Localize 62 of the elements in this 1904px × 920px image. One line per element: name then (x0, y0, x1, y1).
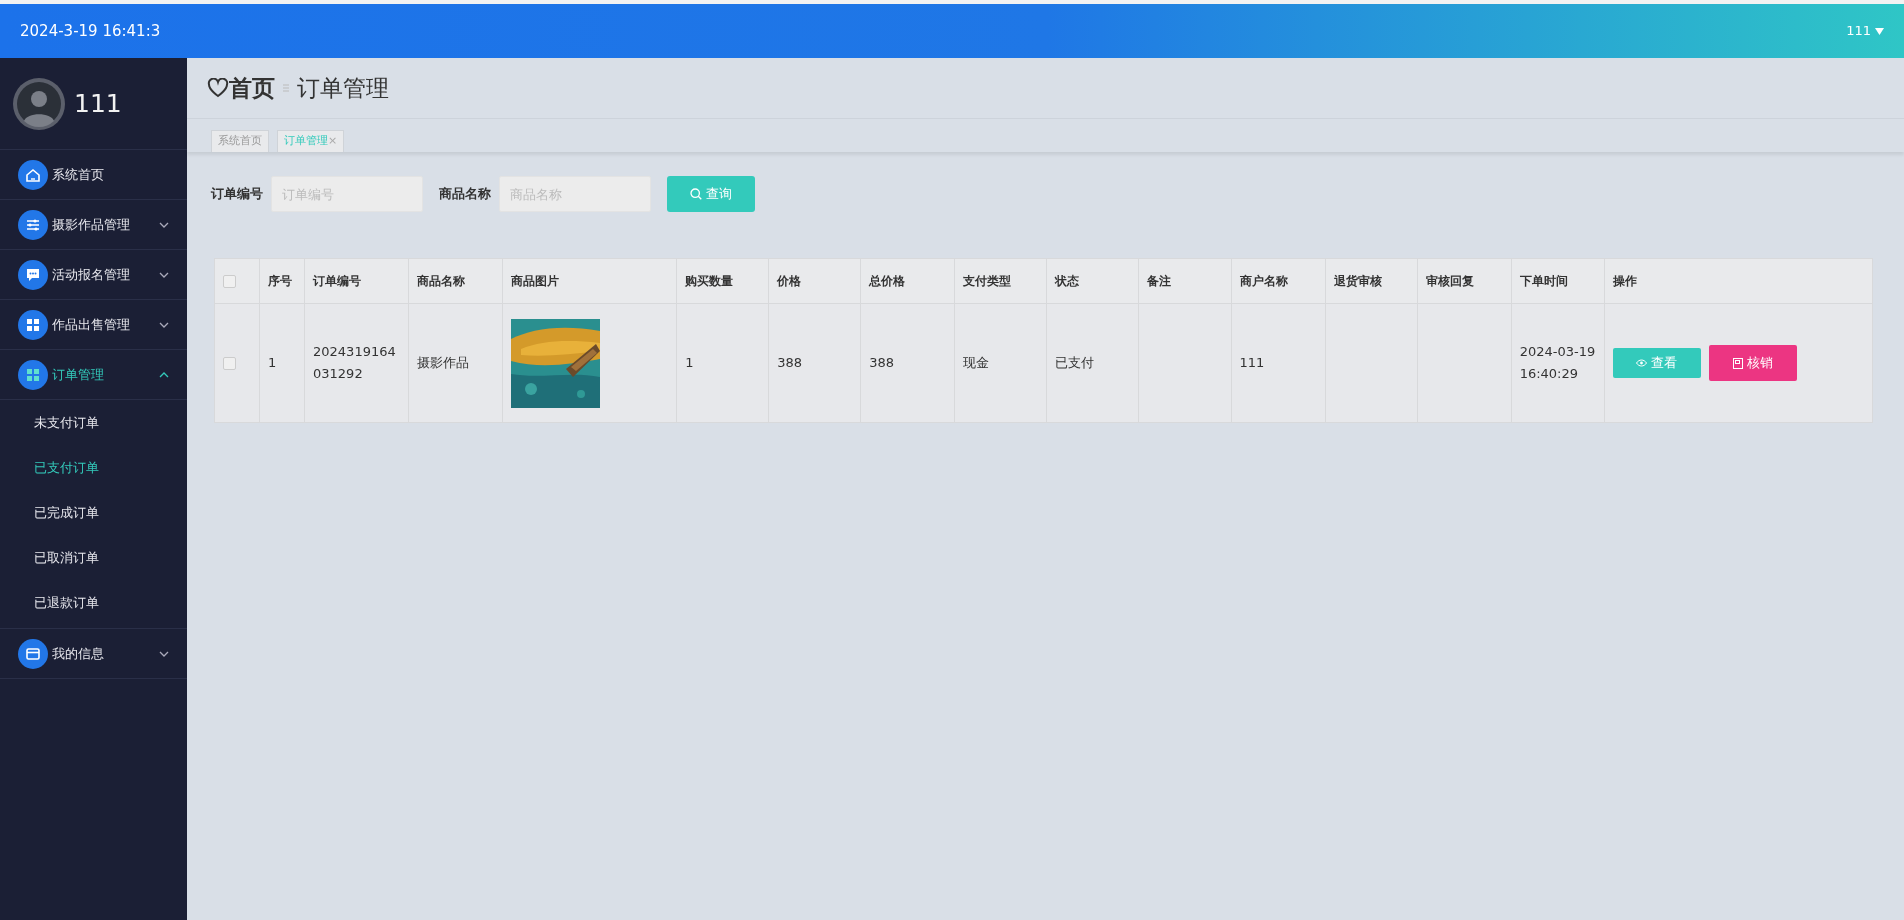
avatar (12, 76, 66, 131)
column-header: 总价格 (860, 258, 955, 304)
field-label: 订单编号 (211, 185, 263, 204)
sidebar-item[interactable]: 活动报名管理 (0, 250, 187, 300)
heart-icon (207, 78, 229, 98)
verify-button[interactable]: 核销 (1708, 345, 1797, 381)
caret-icon (1875, 27, 1884, 35)
table-cell: 388 (768, 303, 861, 423)
sidebar-item[interactable]: 系统首页 (0, 150, 187, 200)
sidebar-item[interactable]: 摄影作品管理 (0, 200, 187, 250)
grid-icon (18, 309, 48, 340)
search-icon (690, 188, 702, 200)
table-cell: 111 (1231, 303, 1326, 423)
column-header: 审核回复 (1417, 258, 1512, 304)
submenu-item[interactable]: 已支付订单 (0, 445, 187, 490)
chat-icon (18, 259, 48, 290)
table-cell: 摄影作品 (408, 303, 503, 423)
column-header: 备注 (1138, 258, 1231, 304)
document-icon (1732, 357, 1743, 369)
field-label: 商品名称 (439, 185, 491, 204)
table-cell: 2024-03-19 16:40:29 (1511, 303, 1605, 423)
column-header: 商户名称 (1231, 258, 1326, 304)
submenu-item[interactable]: 已退款订单 (0, 580, 187, 625)
column-header: 下单时间 (1511, 258, 1605, 304)
column-header: 商品名称 (408, 258, 503, 304)
chevron-icon (159, 221, 169, 228)
column-header: 操作 (1604, 258, 1873, 304)
home-icon (18, 159, 48, 190)
card-icon (18, 638, 48, 669)
row-checkbox[interactable] (223, 356, 236, 370)
table-cell: 现金 (954, 303, 1047, 423)
sidebar-item[interactable]: 我的信息 (0, 629, 187, 679)
breadcrumb-home[interactable]: 首页 (207, 70, 275, 106)
table-cell: 2024319164031292 (304, 303, 409, 423)
grid-icon (18, 359, 48, 390)
column-header: 支付类型 (954, 258, 1047, 304)
chevron-icon (159, 371, 169, 378)
chevron-icon (159, 271, 169, 278)
select-all-checkbox[interactable] (223, 274, 236, 288)
column-header: 订单编号 (304, 258, 409, 304)
table-cell: 388 (860, 303, 955, 423)
column-header: 商品图片 (502, 258, 677, 304)
sidebar-item[interactable]: 订单管理 (0, 350, 187, 400)
column-header: 退货审核 (1325, 258, 1418, 304)
table-cell: 已支付 (1046, 303, 1139, 423)
breadcrumb-current: 订单管理 (297, 73, 389, 103)
column-header: 序号 (259, 258, 305, 304)
table-cell: 1 (676, 303, 769, 423)
submenu-item[interactable]: 已取消订单 (0, 535, 187, 580)
user-name: 111 (74, 87, 122, 120)
chevron-icon (159, 650, 169, 657)
column-header: 购买数量 (676, 258, 769, 304)
sliders-icon (18, 209, 48, 240)
column-header: 状态 (1046, 258, 1139, 304)
sidebar-item[interactable]: 作品出售管理 (0, 300, 187, 350)
submenu-item[interactable]: 未支付订单 (0, 400, 187, 445)
chevron-icon (159, 321, 169, 328)
eye-icon (1636, 359, 1648, 367)
column-header: 价格 (768, 258, 861, 304)
datetime-text: 2024-3-19 16:41:3 (20, 20, 161, 42)
submenu-item[interactable]: 已完成订单 (0, 490, 187, 535)
table-cell: 1 (259, 303, 305, 423)
